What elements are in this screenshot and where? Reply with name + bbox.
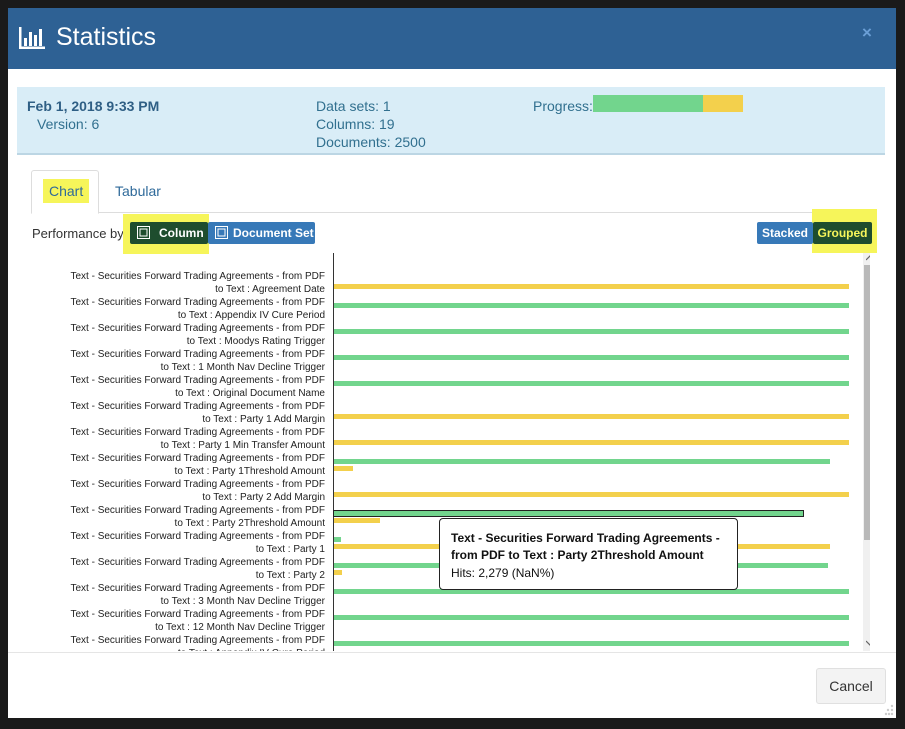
bar-green[interactable] xyxy=(333,510,804,517)
bar-green[interactable] xyxy=(334,641,849,646)
chevron-down-icon[interactable] xyxy=(866,640,870,646)
bar-green[interactable] xyxy=(334,303,849,308)
y-tick-label: Text - Securities Forward Trading Agreem… xyxy=(70,531,325,542)
tab-chart-label: Chart xyxy=(43,179,90,203)
chart-scrollbar[interactable] xyxy=(863,253,870,651)
y-tick-label: to Text : 1 Month Nav Decline Trigger xyxy=(160,362,325,373)
resize-grip-icon[interactable] xyxy=(884,704,894,716)
bar-yellow[interactable] xyxy=(334,466,353,471)
bar-green[interactable] xyxy=(334,459,830,464)
y-tick-label: to Text : Party 1 Min Transfer Amount xyxy=(160,440,325,451)
bar-yellow[interactable] xyxy=(334,492,849,497)
progress-label: Progress: xyxy=(533,98,593,114)
progress-fill-remaining xyxy=(703,95,743,112)
y-tick-label: to Text : Appendix IV Cure Period xyxy=(177,310,325,321)
tooltip-title: Text - Securities Forward Trading Agreem… xyxy=(451,531,720,562)
columns-text: Columns: 19 xyxy=(316,116,395,132)
y-tick-label: to Text : Party 1 xyxy=(255,544,325,555)
chevron-up-icon[interactable] xyxy=(866,255,870,261)
progress-fill-complete xyxy=(593,95,703,112)
document-set-button-label: Document Set xyxy=(233,226,314,240)
y-tick-label: to Text : 3 Month Nav Decline Trigger xyxy=(160,596,325,607)
column-button-label: Column xyxy=(159,226,204,240)
bar-green[interactable] xyxy=(334,329,849,334)
bar-green[interactable] xyxy=(334,355,849,360)
tooltip-hits: Hits: 2,279 (NaN%) xyxy=(451,566,555,580)
view-tabs: Chart Tabular xyxy=(31,170,877,214)
y-tick-label: to Text : Original Document Name xyxy=(175,388,325,399)
statistics-dialog: Statistics × Feb 1, 2018 9:33 PM Version… xyxy=(8,8,896,718)
dialog-title: Statistics xyxy=(56,23,157,51)
y-tick-label: Text - Securities Forward Trading Agreem… xyxy=(70,635,325,646)
y-tick-label: Text - Securities Forward Trading Agreem… xyxy=(70,375,325,386)
y-tick-label: to Text : Party 2 xyxy=(255,570,325,581)
y-tick-label: Text - Securities Forward Trading Agreem… xyxy=(70,505,325,516)
progress-bar xyxy=(593,95,743,112)
y-tick-label: to Text : 12 Month Nav Decline Trigger xyxy=(155,622,325,633)
y-tick-label: to Text : Agreement Date xyxy=(215,284,325,295)
bar-green[interactable] xyxy=(334,615,849,620)
y-tick-label: to Text : Party 1Threshold Amount xyxy=(174,466,325,477)
y-tick-label: to Text : Appendix IV Cure Period xyxy=(178,647,325,651)
bar-chart-icon xyxy=(19,27,45,49)
report-date: Feb 1, 2018 9:33 PM xyxy=(27,98,160,114)
y-tick-label: Text - Securities Forward Trading Agreem… xyxy=(70,349,325,360)
y-tick-label: Text - Securities Forward Trading Agreem… xyxy=(70,271,325,282)
y-tick-label: Text - Securities Forward Trading Agreem… xyxy=(70,479,325,490)
y-tick-label: Text - Securities Forward Trading Agreem… xyxy=(70,427,325,438)
hits-bar-chart: Text - Securities Forward Trading Agreem… xyxy=(17,253,870,651)
bar-green[interactable] xyxy=(334,537,341,542)
bar-green[interactable] xyxy=(334,381,849,386)
chart-tooltip: Text - Securities Forward Trading Agreem… xyxy=(439,518,738,590)
footer-divider xyxy=(8,652,896,653)
y-tick-label: to Text : Party 2 Add Margin xyxy=(202,492,325,503)
data-sets-text: Data sets: 1 xyxy=(316,98,391,114)
version-text: Version: 6 xyxy=(37,116,100,132)
y-tick-label: to Text : Moodys Rating Trigger xyxy=(186,336,325,347)
bar-yellow[interactable] xyxy=(334,570,342,575)
bar-yellow[interactable] xyxy=(334,284,849,289)
dialog-header: Statistics × xyxy=(8,8,896,69)
y-tick-label: Text - Securities Forward Trading Agreem… xyxy=(70,609,325,620)
tab-tabular[interactable]: Tabular xyxy=(115,170,175,212)
y-tick-label: Text - Securities Forward Trading Agreem… xyxy=(70,557,325,568)
scrollbar-thumb[interactable] xyxy=(864,265,870,540)
document-set-button[interactable]: Document Set xyxy=(208,222,315,244)
column-button[interactable]: Column xyxy=(130,222,208,244)
y-tick-label: Text - Securities Forward Trading Agreem… xyxy=(70,453,325,464)
close-icon[interactable]: × xyxy=(862,23,872,43)
bar-yellow[interactable] xyxy=(334,518,380,523)
tab-chart[interactable]: Chart xyxy=(31,170,99,214)
table-icon xyxy=(137,226,150,239)
bar-yellow[interactable] xyxy=(334,440,849,445)
grouped-button[interactable]: Grouped xyxy=(813,222,872,244)
documents-text: Documents: 2500 xyxy=(316,134,426,150)
y-tick-label: Text - Securities Forward Trading Agreem… xyxy=(70,401,325,412)
info-panel: Feb 1, 2018 9:33 PM Version: 6 Data sets… xyxy=(17,87,885,155)
y-tick-label: Text - Securities Forward Trading Agreem… xyxy=(70,583,325,594)
y-tick-label: Text - Securities Forward Trading Agreem… xyxy=(70,297,325,308)
bar-yellow[interactable] xyxy=(334,414,849,419)
stacked-button[interactable]: Stacked xyxy=(757,222,813,244)
y-tick-label: Text - Securities Forward Trading Agreem… xyxy=(70,323,325,334)
cancel-button[interactable]: Cancel xyxy=(816,668,886,704)
y-tick-label: to Text : Party 2Threshold Amount xyxy=(174,518,325,529)
table-icon xyxy=(215,226,228,239)
performance-by-label: Performance by: xyxy=(32,226,128,241)
y-tick-label: to Text : Party 1 Add Margin xyxy=(202,414,325,425)
